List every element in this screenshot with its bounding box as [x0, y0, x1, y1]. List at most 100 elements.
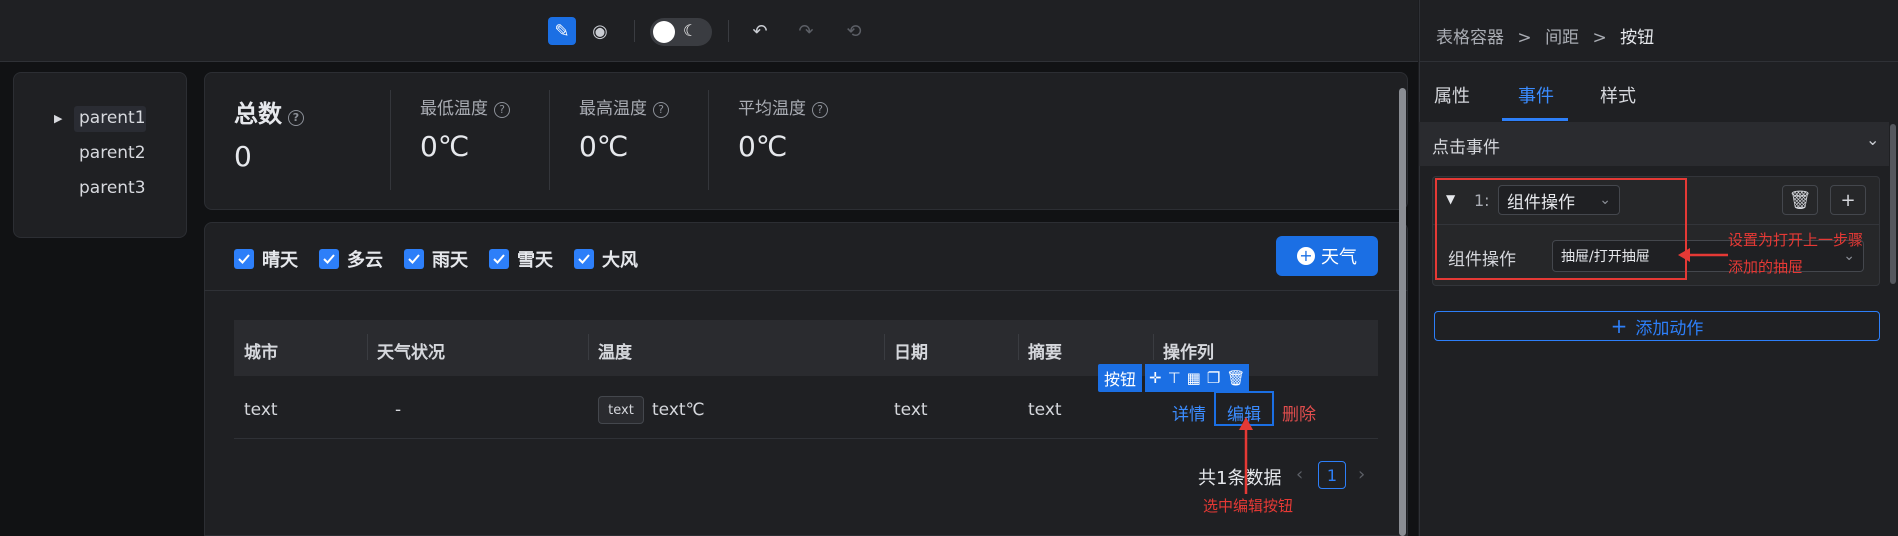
tree-item-parent1[interactable]: parent1 [79, 108, 146, 128]
toggle-knob [653, 21, 675, 43]
cell-status: - [395, 400, 402, 420]
tree-item-parent2[interactable]: parent2 [79, 143, 146, 163]
column-header: 天气状况 [377, 343, 445, 363]
move-icon[interactable]: ✛ [1149, 369, 1162, 387]
breadcrumb-separator: > [1517, 28, 1532, 48]
filter-checkbox[interactable]: 晴天 [234, 246, 298, 272]
check-icon [234, 249, 254, 269]
undo-icon[interactable]: ↶ [746, 17, 774, 45]
cell-summary: text [1028, 400, 1062, 420]
theme-toggle[interactable]: ☾ [650, 18, 712, 46]
grid-icon[interactable]: ▦ [1187, 369, 1201, 387]
help-icon[interactable]: ? [288, 110, 304, 126]
annotation-highlight-box [1435, 178, 1687, 280]
breadcrumb-separator: > [1592, 28, 1607, 48]
stat-avg-label: 平均温度? [738, 94, 828, 119]
chevron-down-icon[interactable]: ⌄ [1866, 130, 1879, 149]
stat-total-value: 0 [234, 140, 252, 173]
column-divider [1018, 334, 1019, 360]
annotation-select-edit: 选中编辑按钮 [1203, 497, 1294, 515]
help-icon[interactable]: ? [812, 102, 828, 118]
stat-divider [708, 90, 709, 190]
stat-total-label: 总数? [234, 94, 304, 129]
breadcrumb-item[interactable]: 表格容器 [1436, 28, 1504, 48]
stat-min-value: 0℃ [420, 130, 470, 163]
toolbar-divider [634, 20, 635, 42]
help-icon[interactable]: ? [653, 102, 669, 118]
tab-properties[interactable]: 属性 [1434, 82, 1470, 108]
stat-divider [549, 90, 550, 190]
column-header: 操作列 [1163, 343, 1214, 363]
column-header: 摘要 [1028, 343, 1062, 363]
tab-style[interactable]: 样式 [1600, 82, 1636, 108]
filter-checkbox[interactable]: 多云 [319, 246, 383, 272]
active-tab-indicator [1502, 118, 1568, 121]
check-icon [319, 249, 339, 269]
expand-caret-icon[interactable]: ▶ [54, 112, 62, 125]
divider [204, 290, 1408, 291]
filter-checkbox[interactable]: 大风 [574, 246, 638, 272]
check-icon [489, 249, 509, 269]
delete-icon[interactable]: 🗑 [1226, 369, 1245, 387]
next-page-icon[interactable]: › [1358, 464, 1365, 485]
annotation-panel-note-1: 设置为打开上一步骤 [1728, 231, 1864, 249]
filter-checkbox[interactable]: 雪天 [489, 246, 553, 272]
check-icon [574, 249, 594, 269]
select-parent-icon[interactable]: ⊤ [1168, 369, 1181, 387]
selection-toolbar: 按钮 ✛ ⊤ ▦ ❐ 🗑 [1098, 364, 1250, 392]
column-divider [588, 334, 589, 360]
stat-divider [390, 90, 391, 190]
canvas-toolbar: ✎ ◉ ☾ ↶ ↷ ⟲ [0, 0, 1418, 62]
moon-icon: ☾ [683, 21, 698, 40]
copy-icon[interactable]: ❐ [1207, 369, 1220, 387]
cell-date: text [894, 400, 928, 420]
design-mode-icon[interactable]: ✎ [548, 17, 576, 45]
add-action-button[interactable]: + 添加动作 [1434, 311, 1880, 341]
stat-avg-value: 0℃ [738, 130, 788, 163]
help-icon[interactable]: ? [494, 102, 510, 118]
detail-link[interactable]: 详情 [1172, 400, 1206, 425]
selection-label: 按钮 [1098, 364, 1143, 392]
stat-min-label: 最低温度? [420, 94, 510, 119]
preview-icon[interactable]: ◉ [586, 17, 614, 45]
column-header: 城市 [244, 343, 278, 363]
cell-temp: text℃ [652, 400, 705, 420]
breadcrumb-item[interactable]: 间距 [1545, 28, 1579, 48]
column-divider [884, 334, 885, 360]
breadcrumb-current: 按钮 [1620, 28, 1655, 48]
plus-icon: + [1610, 314, 1628, 338]
history-icon[interactable]: ⟲ [840, 17, 868, 45]
row-divider [234, 438, 1378, 439]
breadcrumb: 表格容器 > 间距 > 按钮 [1436, 23, 1654, 48]
add-weather-button[interactable]: + 天气 [1276, 236, 1378, 276]
temp-tag: text [598, 396, 644, 424]
delete-action-button[interactable]: 🗑 [1782, 185, 1818, 215]
toolbar-divider [728, 20, 729, 42]
section-title: 点击事件 [1432, 138, 1500, 158]
tab-events[interactable]: 事件 [1518, 82, 1554, 108]
delete-link[interactable]: 删除 [1282, 400, 1316, 425]
annotation-arrow [1239, 417, 1253, 494]
cell-city: text [244, 400, 278, 420]
annotation-panel-note-2: 添加的抽屉 [1728, 258, 1804, 276]
prev-page-icon[interactable]: ‹ [1296, 464, 1303, 485]
plus-circle-icon: + [1297, 247, 1315, 265]
redo-icon[interactable]: ↷ [792, 17, 820, 45]
add-sub-action-button[interactable]: + [1830, 185, 1866, 215]
stats-card [204, 72, 1408, 210]
divider [1419, 61, 1898, 62]
panel-scrollbar[interactable] [1890, 124, 1896, 284]
filter-checkbox[interactable]: 雨天 [404, 246, 468, 272]
check-icon [404, 249, 424, 269]
page-number[interactable]: 1 [1318, 461, 1346, 489]
annotation-arrow [1678, 248, 1728, 262]
chevron-down-icon: ⌄ [1843, 248, 1855, 264]
tree-item-parent3[interactable]: parent3 [79, 178, 146, 198]
stat-max-value: 0℃ [579, 130, 629, 163]
canvas-scrollbar[interactable] [1399, 88, 1406, 536]
column-header: 日期 [894, 343, 928, 363]
column-divider [367, 334, 368, 360]
column-divider [1153, 334, 1154, 360]
stat-max-label: 最高温度? [579, 94, 669, 119]
column-header: 温度 [598, 343, 632, 363]
